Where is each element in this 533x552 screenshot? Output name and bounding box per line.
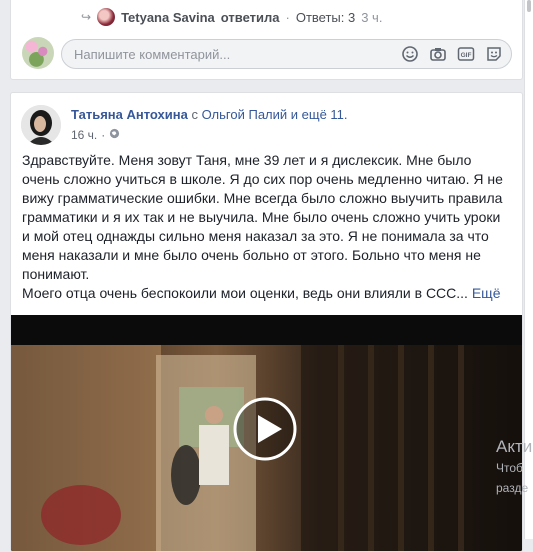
video-player[interactable] [11,315,522,551]
separator-dot: · [285,9,290,25]
see-more-link[interactable]: Ещё [472,285,501,301]
activation-watermark: Акти Чтоб разде [496,436,533,498]
tagged-people-link[interactable]: Ольгой Палий и ещё 11. [202,107,348,122]
reply-time[interactable]: 3 ч. [361,10,382,25]
post-time[interactable]: 16 ч. [71,128,97,142]
author-name[interactable]: Татьяна Антохина [71,107,188,122]
previous-post-card: ↪ Tetyana Savina ответила · Ответы: 3 3 … [10,0,523,80]
meta-dot: · [101,128,106,142]
post-meta: 16 ч. · [71,128,120,142]
gif-icon[interactable]: GIF [457,45,475,63]
watermark-line-2: Чтоб [496,461,523,475]
watermark-line-3: разде [496,481,529,495]
comment-input[interactable] [74,40,374,68]
post-header: Татьяна Антохина с Ольгой Палий и ещё 11… [71,107,348,122]
play-icon[interactable] [233,397,297,461]
camera-icon[interactable] [429,45,447,63]
replier-name[interactable]: Tetyana Savina [121,10,215,25]
comment-composer[interactable]: GIF [61,39,512,69]
sticker-icon[interactable] [485,45,503,63]
watermark-line-1: Акти [496,437,533,456]
reply-action: ответила [220,9,280,25]
scrollbar-thumb[interactable] [527,0,531,12]
globe-icon [109,128,120,142]
reply-summary[interactable]: ↪ Tetyana Savina ответила · Ответы: 3 3 … [81,7,382,27]
reply-arrow-icon: ↪ [81,10,92,24]
replier-avatar[interactable] [97,8,116,26]
post-body-continued: Моего отца очень беспокоили мои оценки, … [22,285,468,301]
replies-count-link[interactable]: Ответы: 3 [296,10,355,25]
author-avatar[interactable] [21,105,61,145]
with-word: с [191,107,198,122]
post-card: Татьяна Антохина с Ольгой Палий и ещё 11… [10,92,523,552]
current-user-avatar[interactable] [22,37,54,69]
emoji-icon[interactable] [401,45,419,63]
post-body: Здравствуйте. Меня зовут Таня, мне 39 ле… [22,152,503,282]
post-text: Здравствуйте. Меня зовут Таня, мне 39 ле… [22,151,512,303]
svg-text:GIF: GIF [461,52,472,59]
